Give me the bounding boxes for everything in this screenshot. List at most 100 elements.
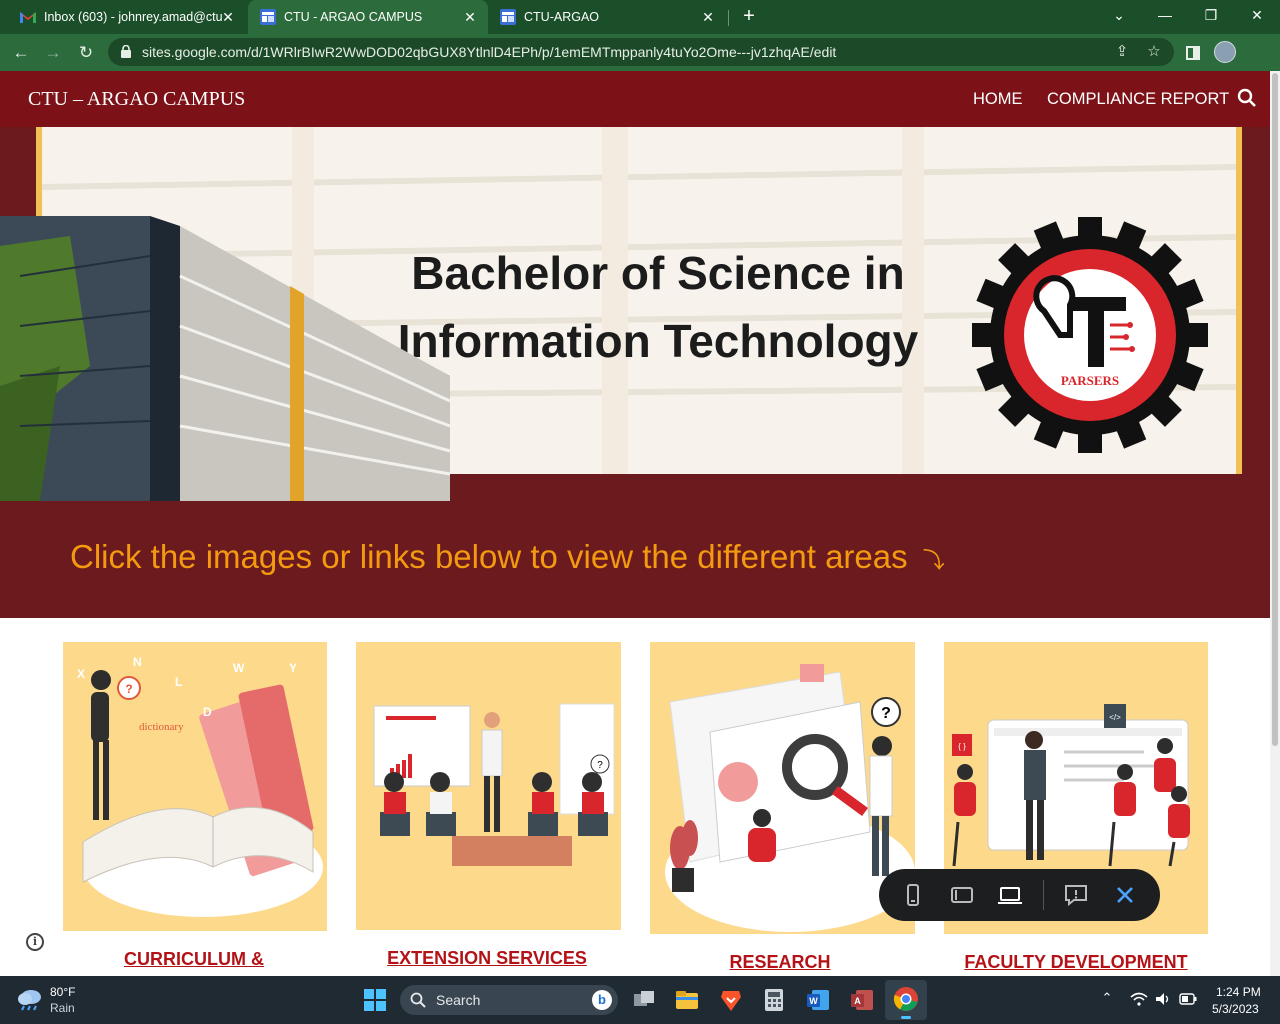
- tab-title: CTU - ARGAO CAMPUS: [284, 10, 423, 24]
- svg-text:Y: Y: [289, 661, 297, 675]
- battery-icon[interactable]: [1179, 993, 1197, 1005]
- forward-button[interactable]: →: [40, 40, 66, 66]
- svg-text:D: D: [203, 705, 212, 719]
- card-research-image[interactable]: ?: [650, 642, 915, 934]
- logo-center-text: PARSERS: [1061, 373, 1119, 388]
- chrome-taskbar-button[interactable]: [885, 980, 927, 1020]
- address-bar[interactable]: sites.google.com/d/1WRlrBIwR2WwDOD02qbGU…: [108, 38, 1174, 66]
- building-photo: [0, 216, 451, 501]
- card-extension-services-image[interactable]: ?: [356, 642, 621, 930]
- task-view-icon[interactable]: [630, 986, 658, 1014]
- window-close-button[interactable]: ✕: [1234, 0, 1280, 30]
- preview-device-toolbar: [879, 869, 1160, 921]
- nav-compliance-report[interactable]: COMPLIANCE REPORT: [1047, 90, 1229, 109]
- close-icon[interactable]: ✕: [700, 9, 716, 25]
- weather-rain-icon[interactable]: [16, 987, 44, 1011]
- nav-home[interactable]: HOME: [973, 90, 1023, 109]
- minimize-button[interactable]: —: [1142, 0, 1188, 30]
- side-panel-icon[interactable]: [1180, 40, 1206, 66]
- access-icon[interactable]: A: [848, 986, 876, 1014]
- tab-ctu-argao[interactable]: CTU-ARGAO ✕: [488, 0, 726, 34]
- link-research[interactable]: RESEARCH: [680, 952, 880, 973]
- tab-search-chevron-icon[interactable]: ⌄: [1096, 0, 1142, 30]
- close-preview-icon[interactable]: [1111, 881, 1139, 909]
- file-explorer-icon[interactable]: [673, 986, 701, 1014]
- site-title[interactable]: CTU – ARGAO CAMPUS: [28, 88, 245, 111]
- volume-icon[interactable]: [1155, 992, 1171, 1006]
- svg-text:W: W: [233, 661, 245, 675]
- curved-arrow-icon: ⤵: [922, 548, 945, 573]
- lock-icon[interactable]: [120, 45, 132, 58]
- svg-text:?: ?: [597, 760, 603, 771]
- svg-text:N: N: [133, 655, 142, 669]
- svg-text:{ }: { }: [958, 742, 966, 751]
- svg-text:?: ?: [125, 682, 132, 696]
- reload-button[interactable]: ↻: [73, 40, 99, 66]
- svg-text:L: L: [175, 675, 182, 689]
- search-icon: [410, 992, 426, 1008]
- restore-button[interactable]: ❐: [1188, 0, 1234, 30]
- wifi-icon[interactable]: [1130, 992, 1148, 1006]
- close-icon[interactable]: ✕: [462, 9, 478, 25]
- link-curriculum[interactable]: CURRICULUM &: [94, 949, 294, 970]
- phone-preview-icon[interactable]: [899, 881, 927, 909]
- tablet-preview-icon[interactable]: [948, 881, 976, 909]
- brave-browser-icon[interactable]: [717, 986, 745, 1014]
- toolbar-divider: [1043, 880, 1044, 910]
- share-icon[interactable]: ⇪: [1112, 42, 1132, 62]
- tab-title: Inbox (603) - johnrey.amad@ctu.e: [44, 10, 222, 24]
- research-illustration: ?: [665, 664, 915, 932]
- address-toolbar: ← → ↻ sites.google.com/d/1WRlrBIwR2WwDOD…: [0, 34, 1280, 71]
- tab-title: CTU-ARGAO: [524, 10, 599, 24]
- bookmark-star-icon[interactable]: ☆: [1144, 42, 1164, 62]
- show-hidden-icons-chevron-icon[interactable]: ⌃: [1098, 990, 1116, 1006]
- clock-date[interactable]: 5/3/2023: [1212, 1002, 1259, 1016]
- new-tab-button[interactable]: +: [738, 5, 760, 27]
- bing-icon: b: [592, 990, 612, 1010]
- weather-description[interactable]: Rain: [50, 1001, 75, 1015]
- google-sites-icon: [260, 9, 276, 25]
- clock-time[interactable]: 1:24 PM: [1216, 985, 1261, 999]
- chrome-icon: [893, 987, 918, 1011]
- site-header: CTU – ARGAO CAMPUS HOME COMPLIANCE REPOR…: [0, 71, 1270, 127]
- calculator-icon[interactable]: [760, 986, 788, 1014]
- close-icon[interactable]: ✕: [220, 9, 236, 25]
- back-button[interactable]: ←: [8, 40, 34, 66]
- svg-text:</>: </>: [1109, 713, 1121, 722]
- link-extension-services[interactable]: EXTENSION SERVICES: [378, 948, 596, 969]
- active-app-indicator: [901, 1016, 911, 1019]
- url-text[interactable]: sites.google.com/d/1WRlrBIwR2WwDOD02qbGU…: [142, 44, 836, 60]
- gmail-icon: [20, 9, 36, 25]
- windows-start-icon[interactable]: [361, 986, 389, 1014]
- curriculum-illustration: ? dictionary N W L D Y X: [77, 655, 323, 917]
- extension-services-illustration: ?: [373, 703, 615, 866]
- cta-strip: Click the images or links below to view …: [0, 501, 1270, 618]
- scrollbar-thumb[interactable]: [1272, 73, 1278, 746]
- tab-divider: [728, 10, 729, 26]
- svg-text:X: X: [77, 667, 85, 681]
- svg-text:W: W: [809, 996, 818, 1006]
- desktop-preview-icon[interactable]: [996, 881, 1024, 909]
- taskbar-search[interactable]: Search b: [400, 985, 618, 1015]
- word-icon[interactable]: W: [804, 986, 832, 1014]
- feedback-icon[interactable]: [1062, 881, 1090, 909]
- tab-gmail[interactable]: Inbox (603) - johnrey.amad@ctu.e ✕: [8, 0, 246, 34]
- google-sites-icon: [500, 9, 516, 25]
- svg-text:A: A: [854, 996, 861, 1006]
- it-department-logo: PARSERS: [972, 217, 1208, 453]
- browser-tab-bar: Inbox (603) - johnrey.amad@ctu.e ✕ CTU -…: [0, 0, 1280, 34]
- profile-avatar[interactable]: [1214, 41, 1236, 63]
- search-label: Search: [436, 992, 481, 1008]
- info-icon[interactable]: i: [26, 933, 44, 951]
- link-faculty-development[interactable]: FACULTY DEVELOPMENT: [958, 952, 1194, 973]
- windows-taskbar: 80°F Rain Search b W A ⌃ 1:24 PM 5/3/202…: [0, 976, 1280, 1024]
- dictionary-text: dictionary: [139, 721, 184, 733]
- hero-banner: PARSERS Bachelor of Science in Informati…: [0, 127, 1270, 501]
- search-icon[interactable]: [1237, 88, 1257, 108]
- svg-text:?: ?: [881, 705, 891, 722]
- page-scrollbar[interactable]: [1270, 71, 1280, 976]
- tab-ctu-argao-campus[interactable]: CTU - ARGAO CAMPUS ✕: [248, 0, 488, 34]
- card-curriculum-image[interactable]: ? dictionary N W L D Y X: [63, 642, 327, 931]
- cta-message: Click the images or links below to view …: [70, 538, 908, 575]
- weather-temperature[interactable]: 80°F: [50, 985, 75, 999]
